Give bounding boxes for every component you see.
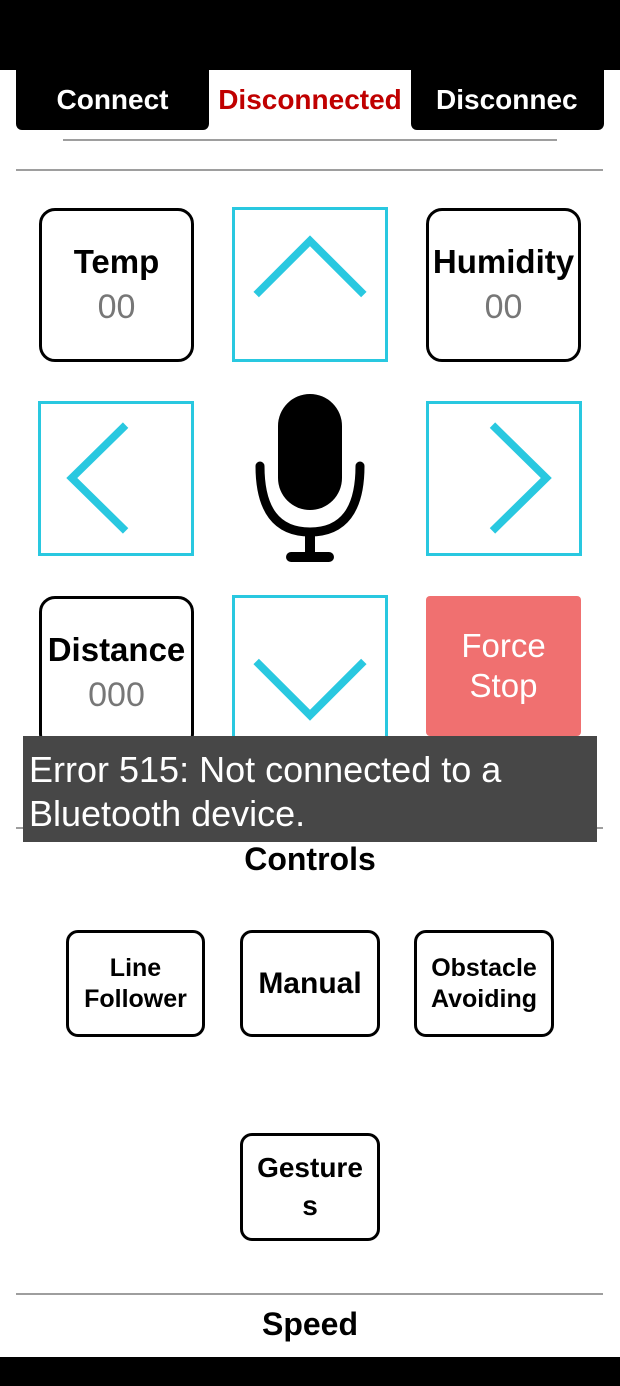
left-button[interactable] (38, 401, 194, 556)
manual-label: Manual (258, 966, 362, 1000)
temp-label: Temp (73, 242, 160, 280)
chevron-down-icon (253, 658, 367, 721)
divider (63, 139, 557, 141)
line-follower-button[interactable]: Line Follower (66, 930, 205, 1037)
temp-card: Temp 00 (39, 208, 194, 362)
disconnect-button[interactable]: Disconnec (411, 70, 604, 130)
error-toast-line2: Bluetooth device. (29, 793, 306, 834)
speed-title: Speed (261, 1306, 359, 1342)
microphone-icon (255, 394, 365, 562)
force-stop-line1: Force (461, 627, 546, 665)
line-follower-line1: Line (109, 953, 162, 982)
connect-button-label: Connect (56, 84, 169, 115)
obstacle-avoiding-line1: Obstacle (431, 953, 537, 982)
humidity-label: Humidity (432, 242, 575, 280)
disconnect-button-label: Disconnec (436, 84, 578, 115)
manual-button[interactable]: Manual (240, 930, 380, 1037)
distance-label: Distance (47, 630, 186, 668)
force-stop-button[interactable]: Force Stop (426, 596, 581, 736)
right-button[interactable] (426, 401, 582, 556)
chevron-right-icon (489, 422, 552, 534)
status-bar (0, 0, 620, 70)
humidity-value: 00 (484, 288, 523, 327)
gestures-button[interactable]: Gesture s (240, 1133, 380, 1241)
distance-value: 000 (88, 676, 145, 715)
controls-title: Controls (244, 841, 376, 877)
gestures-line1: Gesture (257, 1152, 363, 1183)
divider (16, 1293, 603, 1295)
humidity-card: Humidity 00 (426, 208, 581, 362)
chevron-left-icon (66, 422, 129, 534)
navigation-bar (0, 1357, 620, 1386)
force-stop-line2: Stop (469, 667, 538, 704)
temp-value: 00 (97, 288, 136, 327)
line-follower-line2: Follower (84, 984, 187, 1013)
connect-button[interactable]: Connect (16, 70, 209, 130)
gestures-line2: s (302, 1190, 318, 1221)
error-toast-line1: Error 515: Not connected to a (29, 749, 502, 790)
chevron-up-icon (253, 235, 367, 298)
distance-card: Distance 000 (39, 596, 194, 750)
connection-status: Disconnected (218, 84, 402, 115)
microphone-button[interactable] (250, 390, 370, 568)
divider (16, 169, 603, 171)
obstacle-avoiding-button[interactable]: Obstacle Avoiding (414, 930, 554, 1037)
backward-button[interactable] (232, 595, 388, 750)
error-toast: Error 515: Not connected to a Bluetooth … (23, 736, 597, 842)
obstacle-avoiding-line2: Avoiding (430, 984, 537, 1013)
forward-button[interactable] (232, 207, 388, 362)
